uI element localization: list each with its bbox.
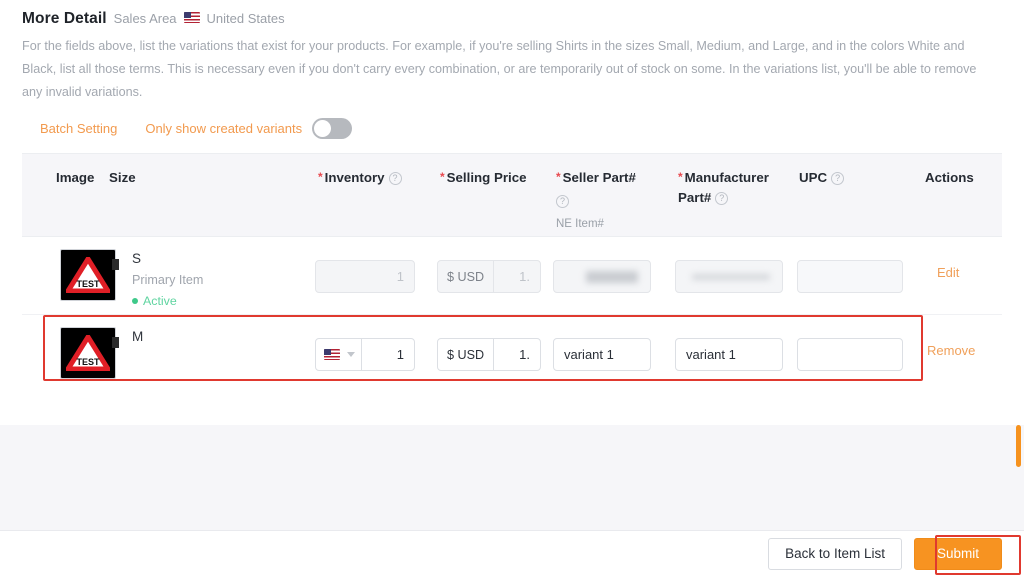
section-description: For the fields above, list the variation… bbox=[22, 39, 977, 99]
manufacturer-part-input-row1 bbox=[675, 260, 783, 293]
variation-detail-page: More Detail Sales Area United States For… bbox=[0, 0, 1024, 425]
vertical-scrollbar-thumb[interactable] bbox=[1016, 425, 1021, 467]
page-title: More Detail bbox=[22, 10, 107, 27]
submit-button[interactable]: Submit bbox=[913, 537, 1002, 570]
variant-primary-label: Primary Item bbox=[132, 273, 204, 287]
help-icon[interactable]: ? bbox=[388, 172, 402, 185]
col-header-inventory: * Inventory? bbox=[318, 168, 402, 188]
seller-part-input-row1 bbox=[553, 260, 651, 293]
help-icon[interactable]: ? bbox=[831, 172, 845, 185]
upc-input-row2[interactable] bbox=[797, 338, 903, 371]
variations-toolbar: Batch Setting Only show created variants bbox=[22, 118, 1002, 139]
required-asterisk: * bbox=[678, 170, 683, 184]
svg-text:TEST: TEST bbox=[76, 357, 100, 367]
status-dot-icon bbox=[132, 298, 138, 304]
status-badge: Active bbox=[132, 294, 203, 308]
variant-size: S bbox=[132, 251, 142, 266]
required-asterisk: * bbox=[440, 170, 445, 184]
seller-part-input-row2[interactable]: variant 1 bbox=[553, 338, 651, 371]
help-icon[interactable]: ? bbox=[556, 195, 569, 208]
help-icon[interactable]: ? bbox=[715, 192, 729, 205]
variant-size-group: S Primary Item Active bbox=[132, 251, 203, 308]
switch-knob bbox=[314, 120, 332, 137]
only-created-variants-toggle-group: Only show created variants bbox=[145, 118, 353, 139]
col-header-inventory-label: Inventory bbox=[324, 170, 385, 185]
sales-area-label: Sales Area bbox=[113, 11, 177, 26]
only-created-variants-label: Only show created variants bbox=[145, 121, 303, 136]
page-header: More Detail Sales Area United States bbox=[22, 0, 1002, 28]
variant-thumbnail[interactable]: TEST bbox=[60, 249, 119, 301]
svg-text:TEST: TEST bbox=[76, 279, 100, 289]
col-header-actions: Actions bbox=[925, 170, 974, 185]
manufacturer-part-value-row1 bbox=[676, 273, 782, 280]
variant-thumbnail[interactable]: TEST bbox=[60, 327, 119, 379]
us-flag-icon bbox=[324, 349, 340, 360]
remove-button[interactable]: Remove bbox=[927, 343, 975, 358]
edit-button[interactable]: Edit bbox=[937, 265, 959, 280]
seller-part-value-row2[interactable]: variant 1 bbox=[554, 347, 650, 362]
us-flag-icon bbox=[183, 12, 200, 23]
inventory-input-row2[interactable]: 1 bbox=[315, 338, 415, 371]
country-label: United States bbox=[206, 11, 285, 26]
col-header-image: Image bbox=[56, 170, 95, 185]
variations-table: Image Size * Inventory? * Selling Price * S… bbox=[22, 153, 1002, 393]
inventory-input-row1: 1 bbox=[315, 260, 415, 293]
seller-part-value-row1 bbox=[554, 270, 650, 283]
upc-input-row1 bbox=[797, 260, 903, 293]
col-header-seller-part: * Seller Part# ? NE Item# bbox=[556, 168, 648, 234]
col-header-selling-price-label: Selling Price bbox=[446, 170, 527, 185]
inventory-value-row1: 1 bbox=[396, 269, 404, 284]
price-value-row1: 1. bbox=[519, 269, 530, 284]
chevron-down-icon bbox=[347, 352, 355, 357]
thumbnail-tag bbox=[112, 259, 119, 270]
col-header-upc: UPC? bbox=[799, 168, 845, 187]
inventory-value-row2[interactable]: 1 bbox=[362, 347, 414, 362]
variant-size: M bbox=[132, 329, 144, 344]
warning-triangle-icon: TEST bbox=[66, 257, 110, 293]
thumbnail-tag bbox=[112, 337, 119, 348]
table-header-row: Image Size * Inventory? * Selling Price * S… bbox=[22, 153, 1002, 237]
status-badge-label: Active bbox=[143, 294, 177, 308]
batch-setting-button[interactable]: Batch Setting bbox=[40, 121, 117, 136]
manufacturer-part-value-row2[interactable]: variant 1 bbox=[676, 347, 782, 362]
table-row: TEST M 1 $ USD 1. variant 1 variant 1 Re… bbox=[22, 315, 1002, 393]
inventory-country-select-row2[interactable] bbox=[316, 339, 362, 370]
col-header-size: Size bbox=[109, 170, 136, 185]
only-created-variants-switch[interactable] bbox=[312, 118, 353, 139]
price-input-row1: $ USD 1. bbox=[437, 260, 541, 293]
manufacturer-part-input-row2[interactable]: variant 1 bbox=[675, 338, 783, 371]
warning-triangle-icon: TEST bbox=[66, 335, 110, 371]
seller-part-note: NE Item# bbox=[556, 218, 604, 230]
col-header-upc-label: UPC bbox=[799, 170, 828, 185]
required-asterisk: * bbox=[556, 170, 561, 184]
currency-prefix-row2: $ USD bbox=[438, 339, 495, 370]
col-header-seller-part-label: Seller Part# bbox=[562, 170, 636, 185]
currency-prefix-row1: $ USD bbox=[438, 261, 495, 292]
price-value-row2[interactable]: 1. bbox=[494, 347, 540, 362]
price-input-row2[interactable]: $ USD 1. bbox=[437, 338, 541, 371]
footer-action-bar: Back to Item List Submit bbox=[0, 530, 1024, 576]
col-header-manufacturer-part: * Manufacturer Part#? bbox=[678, 168, 784, 207]
back-to-item-list-button[interactable]: Back to Item List bbox=[768, 537, 902, 570]
variant-size-group: M bbox=[132, 329, 143, 344]
col-header-selling-price: * Selling Price bbox=[440, 168, 527, 188]
table-row: TEST S Primary Item Active 1 $ USD 1. Ed… bbox=[22, 237, 1002, 315]
required-asterisk: * bbox=[318, 170, 323, 184]
